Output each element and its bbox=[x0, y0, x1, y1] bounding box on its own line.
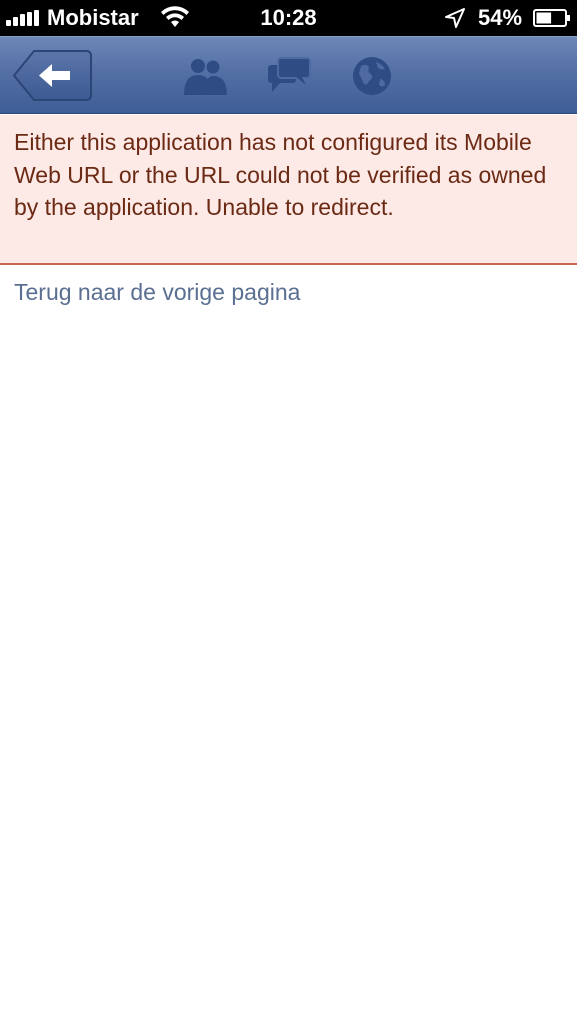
status-bar: Mobistar 10:28 54% bbox=[0, 0, 577, 36]
error-message-box: Either this application has not configur… bbox=[0, 115, 577, 265]
friends-icon[interactable] bbox=[180, 55, 230, 97]
battery-percent: 54% bbox=[478, 5, 523, 30]
globe-icon[interactable] bbox=[347, 55, 397, 97]
back-to-previous-page-link[interactable]: Terug naar de vorige pagina bbox=[14, 277, 300, 307]
location-icon bbox=[445, 8, 465, 28]
back-button[interactable] bbox=[12, 49, 92, 102]
battery-icon bbox=[533, 9, 570, 27]
error-message: Either this application has not configur… bbox=[14, 129, 547, 220]
nav-bar bbox=[0, 36, 577, 114]
messages-icon[interactable] bbox=[264, 55, 314, 97]
